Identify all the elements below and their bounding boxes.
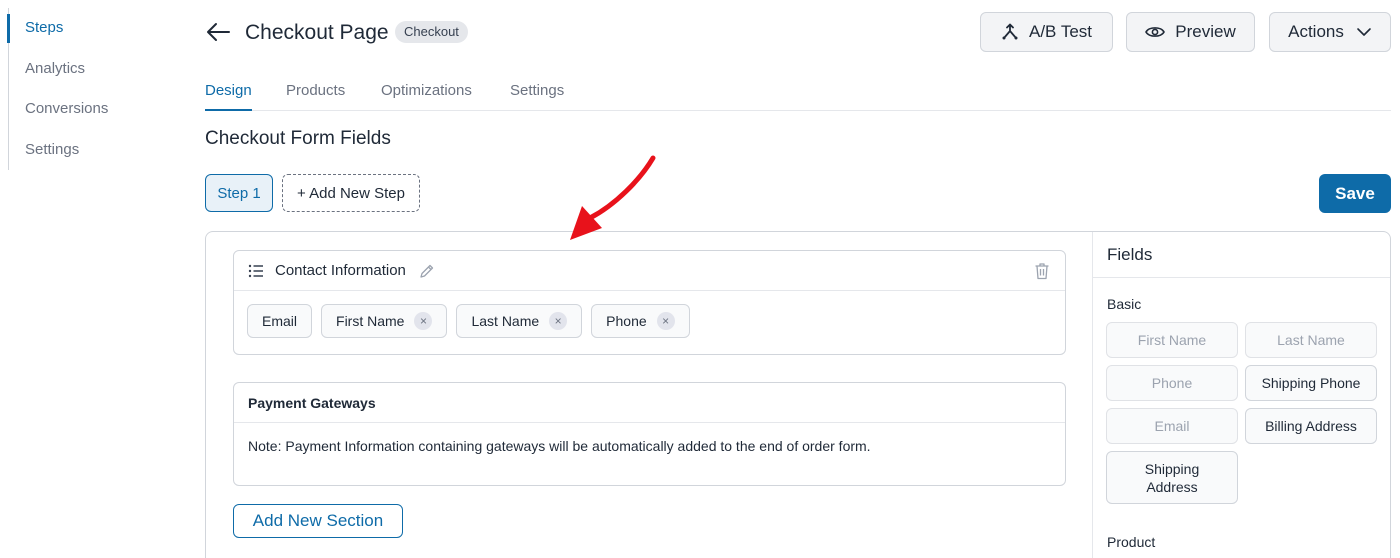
chip-label: Email — [262, 313, 298, 329]
field-chips: Email First Name × Last Name × Phone × — [247, 304, 690, 338]
chip-label: Phone — [606, 313, 647, 329]
actions-label: Actions — [1288, 22, 1344, 41]
ab-test-label: A/B Test — [1029, 22, 1092, 41]
field-option-first-name[interactable]: First Name — [1106, 322, 1238, 358]
nav-item-steps[interactable]: Steps — [7, 8, 188, 49]
ab-test-button[interactable]: A/B Test — [980, 12, 1113, 52]
step-1-button[interactable]: Step 1 — [205, 174, 273, 212]
fields-panel-title: Fields — [1107, 245, 1153, 264]
page-title: Checkout Page — [245, 21, 389, 44]
section-title-payment: Payment Gateways — [248, 395, 376, 411]
tab-design[interactable]: Design — [205, 80, 252, 111]
field-option-phone[interactable]: Phone — [1106, 365, 1238, 401]
eye-icon — [1145, 25, 1166, 39]
field-option-last-name[interactable]: Last Name — [1245, 322, 1377, 358]
split-arrows-icon — [1001, 23, 1019, 41]
remove-x-icon[interactable]: × — [656, 312, 675, 330]
field-chip-last-name[interactable]: Last Name × — [456, 304, 583, 338]
field-option-shipping-phone[interactable]: Shipping Phone — [1245, 365, 1377, 401]
preview-label: Preview — [1175, 22, 1236, 41]
payment-note: Note: Payment Information containing gat… — [248, 438, 871, 454]
nav-item-analytics[interactable]: Analytics — [9, 49, 188, 90]
field-option-email[interactable]: Email — [1106, 408, 1238, 444]
page-type-badge: Checkout — [395, 21, 468, 43]
contact-information-section: Contact Information Email First Name × L… — [233, 250, 1066, 355]
trash-icon[interactable] — [1034, 262, 1050, 285]
tab-products[interactable]: Products — [286, 80, 345, 111]
field-chip-phone[interactable]: Phone × — [591, 304, 690, 338]
section-header: Contact Information — [234, 251, 1065, 291]
arrow-left-icon[interactable] — [205, 20, 231, 44]
actions-button[interactable]: Actions — [1269, 12, 1391, 52]
left-nav: Steps Analytics Conversions Settings — [7, 8, 188, 171]
fields-divider — [1093, 277, 1390, 278]
chip-label: First Name — [336, 313, 405, 329]
section-header: Payment Gateways — [234, 383, 1065, 423]
product-group-label: Product — [1107, 534, 1156, 550]
field-option-shipping-address[interactable]: Shipping Address — [1106, 451, 1238, 504]
tab-settings[interactable]: Settings — [510, 80, 564, 111]
section-title-contact: Contact Information — [275, 262, 406, 279]
preview-button[interactable]: Preview — [1126, 12, 1255, 52]
save-button[interactable]: Save — [1319, 174, 1391, 213]
field-chip-email[interactable]: Email — [247, 304, 313, 338]
add-new-section-button[interactable]: Add New Section — [233, 504, 403, 538]
tab-optimizations[interactable]: Optimizations — [381, 80, 472, 111]
edit-pencil-icon[interactable] — [419, 263, 435, 284]
remove-x-icon[interactable]: × — [414, 312, 433, 330]
chip-label: Last Name — [471, 313, 540, 329]
add-new-step-button[interactable]: + Add New Step — [282, 174, 420, 212]
nav-item-settings[interactable]: Settings — [9, 130, 188, 171]
panel-divider — [1092, 232, 1093, 558]
field-chip-first-name[interactable]: First Name × — [321, 304, 448, 338]
basic-group-label: Basic — [1107, 296, 1142, 312]
payment-gateways-section: Payment Gateways Note: Payment Informati… — [233, 382, 1066, 486]
section-title: Checkout Form Fields — [205, 128, 391, 149]
field-option-billing-address[interactable]: Billing Address — [1245, 408, 1377, 444]
chevron-down-icon — [1356, 27, 1372, 37]
tab-bar: Design Products Optimizations Settings — [205, 80, 1391, 111]
remove-x-icon[interactable]: × — [549, 312, 568, 330]
drag-list-icon[interactable] — [248, 264, 264, 283]
nav-item-conversions[interactable]: Conversions — [9, 89, 188, 130]
